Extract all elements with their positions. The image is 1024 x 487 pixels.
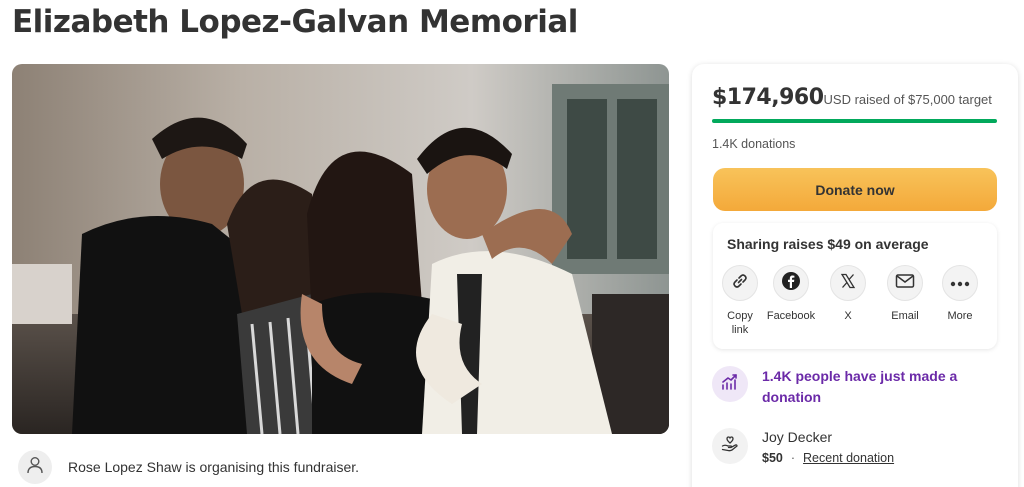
share-title: Sharing raises $49 on average — [727, 236, 929, 252]
share-label: X — [844, 310, 852, 322]
share-x[interactable]: X — [818, 265, 878, 323]
share-label: Copy link — [727, 310, 753, 336]
share-x-button[interactable] — [830, 265, 866, 301]
share-label: Facebook — [766, 310, 816, 322]
avatar[interactable] — [18, 450, 52, 484]
trend-text: 1.4K people have just made a donation — [762, 368, 958, 405]
link-icon — [731, 272, 749, 295]
facebook-icon — [781, 271, 801, 296]
donation-card: $174,960USD raised of $75,000 target 1.4… — [692, 64, 1018, 487]
donor-details: $50 · Recent donation — [762, 450, 894, 466]
share-label: Email — [891, 310, 919, 322]
share-email-button[interactable] — [887, 265, 923, 301]
donor-name: Joy Decker — [762, 429, 833, 445]
donor-info: Joy Decker $50 · Recent donation — [762, 428, 894, 466]
fundraiser-photo[interactable] — [12, 64, 669, 434]
email-icon — [895, 273, 915, 294]
donor-badge — [712, 428, 748, 464]
amount-raised: $174,960 — [712, 85, 824, 110]
share-more[interactable]: More — [930, 265, 990, 323]
share-label: More — [947, 310, 973, 322]
trend-badge — [712, 366, 748, 402]
photo-illustration — [12, 64, 669, 434]
progress-fill — [712, 119, 997, 123]
more-icon — [950, 274, 970, 292]
donation-trend: 1.4K people have just made a donation — [712, 366, 982, 408]
share-copy-link-button[interactable] — [722, 265, 758, 301]
recent-donation: Joy Decker $50 · Recent donation — [712, 428, 894, 466]
share-more-button[interactable] — [942, 265, 978, 301]
organiser-row: Rose Lopez Shaw is organising this fundr… — [18, 450, 359, 484]
page-title: Elizabeth Lopez-Galvan Memorial — [12, 4, 578, 40]
separator-dot: · — [790, 451, 796, 465]
x-icon — [840, 273, 856, 294]
organiser-text: Rose Lopez Shaw is organising this fundr… — [68, 459, 360, 475]
target-text: USD raised of $75,000 target — [823, 92, 992, 107]
raised-summary: $174,960USD raised of $75,000 target — [712, 85, 992, 110]
user-icon — [25, 455, 45, 480]
donor-amount: $50 — [762, 451, 783, 465]
heart-hand-icon — [720, 434, 740, 459]
donation-count: 1.4K donations — [712, 137, 796, 151]
progress-bar — [712, 119, 997, 123]
share-facebook[interactable]: Facebook — [761, 265, 821, 323]
share-panel: Sharing raises $49 on average Copy link — [713, 223, 997, 349]
trending-up-icon — [721, 373, 739, 396]
recent-donation-link[interactable]: Recent donation — [803, 451, 894, 465]
share-email[interactable]: Email — [875, 265, 935, 323]
donate-now-button[interactable]: Donate now — [713, 168, 997, 211]
share-facebook-button[interactable] — [773, 265, 809, 301]
